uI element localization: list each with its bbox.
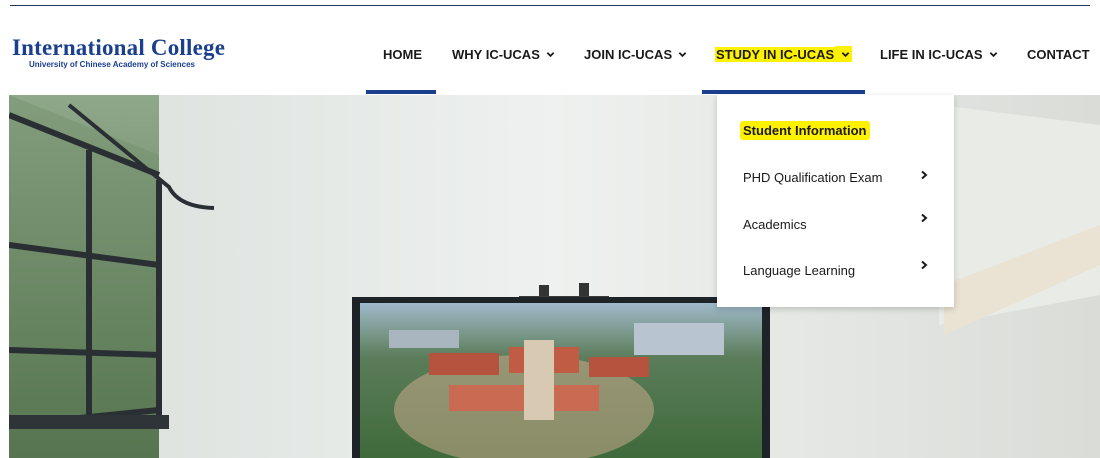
chevron-right-icon[interactable] — [920, 170, 928, 180]
nav-join-label: JOIN IC-UCAS — [584, 46, 673, 62]
dropdown-item-academics[interactable]: Academics — [743, 217, 807, 232]
dropdown-item-phd-qualification-exam[interactable]: PHD Qualification Exam — [743, 170, 882, 185]
study-dropdown-menu: Student Information PHD Qualification Ex… — [717, 95, 954, 307]
nav-study-label: STUDY IN IC-UCAS — [715, 46, 836, 62]
nav-why-ic-ucas[interactable]: WHY IC-UCAS — [452, 44, 555, 64]
dropdown-item-student-information[interactable]: Student Information — [740, 121, 870, 140]
chevron-down-icon — [989, 51, 997, 57]
chevron-right-icon[interactable] — [920, 213, 928, 223]
nav-contact-label: CONTACT — [1027, 46, 1090, 62]
nav-join-ic-ucas[interactable]: JOIN IC-UCAS — [584, 44, 687, 64]
chevron-down-icon — [678, 51, 687, 57]
nav-study-underline — [702, 90, 865, 94]
dropdown-item-language-learning[interactable]: Language Learning — [743, 263, 855, 278]
nav-life-in-ic-ucas[interactable]: LIFE IN IC-UCAS — [880, 44, 998, 64]
chevron-down-icon — [546, 51, 555, 57]
chevron-down-icon — [841, 51, 850, 57]
main-nav: HOME WHY IC-UCAS JOIN IC-UCAS STUDY IN I… — [0, 6, 1100, 94]
nav-study-in-ic-ucas[interactable]: STUDY IN IC-UCAS — [715, 44, 853, 64]
nav-study-chevron — [835, 46, 853, 62]
site-header: International College University of Chin… — [0, 6, 1100, 94]
nav-contact[interactable]: CONTACT — [1027, 44, 1090, 64]
nav-home[interactable]: HOME — [383, 44, 422, 64]
chevron-right-icon[interactable] — [920, 260, 928, 270]
nav-life-label: LIFE IN IC-UCAS — [880, 46, 983, 62]
nav-why-label: WHY IC-UCAS — [452, 46, 540, 62]
nav-home-underline — [366, 90, 436, 94]
nav-home-label: HOME — [383, 46, 422, 62]
